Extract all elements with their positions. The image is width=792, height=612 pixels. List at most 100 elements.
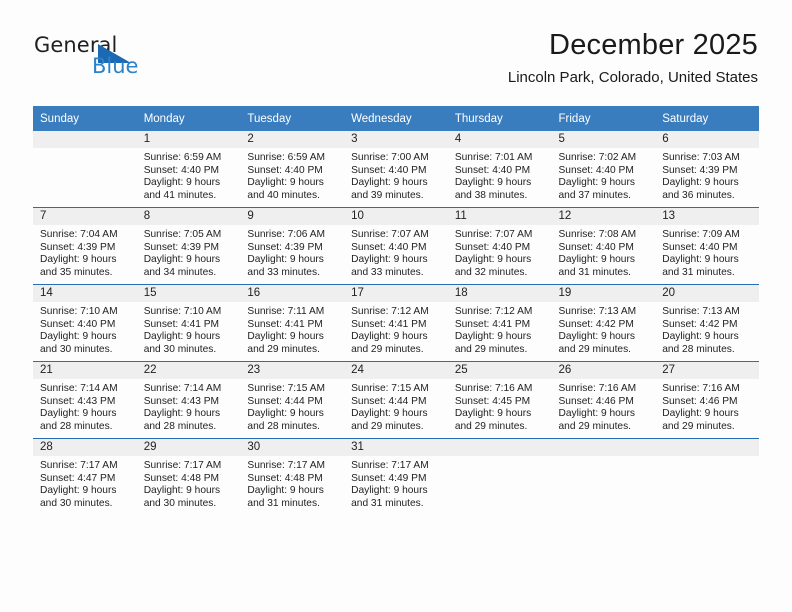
day-number: 26	[551, 362, 656, 379]
calendar-day-cell[interactable]: 11 Sunrise: 7:07 AM Sunset: 4:40 PM Dayligh…	[447, 207, 552, 285]
calendar-day-cell[interactable]: 3 Sunrise: 7:00 AM Sunset: 4:40 PM Daylight…	[344, 131, 448, 208]
location-subtitle: Lincoln Park, Colorado, United States	[507, 69, 758, 86]
calendar-day-cell[interactable]: 9 Sunrise: 7:06 AM Sunset: 4:39 PM Daylight…	[240, 207, 345, 285]
day-detail-daylight-1: Daylight: 9 hours	[247, 177, 324, 189]
day-detail-sunset: Sunset: 4:39 PM	[662, 164, 738, 176]
day-detail-daylight-2: and 28 minutes.	[143, 420, 217, 432]
day-number: 3	[344, 131, 448, 148]
calendar-week-row: 14 Sunrise: 7:10 AM Sunset: 4:40 PM Dayligh…	[33, 284, 759, 362]
day-detail-daylight-2: and 29 minutes.	[351, 420, 424, 432]
calendar-day-cell[interactable]: 24 Sunrise: 7:15 AM Sunset: 4:44 PM Dayligh…	[344, 361, 448, 439]
day-detail-sunrise: Sunrise: 7:07 AM	[454, 229, 533, 240]
day-detail-sunset: Sunset: 4:40 PM	[40, 318, 116, 330]
day-detail-sunrise: Sunrise: 7:15 AM	[247, 383, 325, 394]
day-detail-daylight-2: and 33 minutes.	[351, 266, 424, 278]
day-detail-daylight-1: Daylight: 9 hours	[247, 485, 324, 497]
calendar-day-cell[interactable]: 5 Sunrise: 7:02 AM Sunset: 4:40 PM Daylight…	[551, 131, 656, 208]
calendar-day-cell[interactable]: 20 Sunrise: 7:13 AM Sunset: 4:42 PM Dayligh…	[655, 284, 759, 362]
day-number: 20	[655, 285, 759, 302]
day-detail-sunset: Sunset: 4:49 PM	[351, 472, 427, 484]
day-cell-inner	[551, 439, 656, 515]
day-details: Sunrise: 7:16 AM Sunset: 4:46 PM Daylight:…	[655, 379, 759, 433]
calendar-page: General Blue December 2025 Lincoln Park,…	[0, 0, 792, 612]
day-detail-daylight-1: Daylight: 9 hours	[40, 331, 117, 343]
day-detail-sunset: Sunset: 4:46 PM	[558, 395, 634, 407]
day-detail-sunset: Sunset: 4:44 PM	[351, 395, 427, 407]
calendar-day-cell[interactable]: 27 Sunrise: 7:16 AM Sunset: 4:46 PM Dayligh…	[655, 361, 759, 439]
day-cell-inner: 27 Sunrise: 7:16 AM Sunset: 4:46 PM Dayligh…	[655, 362, 759, 438]
day-cell-inner: 28 Sunrise: 7:17 AM Sunset: 4:47 PM Dayligh…	[33, 439, 137, 515]
calendar-day-cell[interactable]: 21 Sunrise: 7:14 AM Sunset: 4:43 PM Dayligh…	[33, 361, 137, 439]
calendar-day-cell[interactable]: 10 Sunrise: 7:07 AM Sunset: 4:40 PM Dayligh…	[344, 207, 448, 285]
calendar-day-cell[interactable]: 15 Sunrise: 7:10 AM Sunset: 4:41 PM Dayligh…	[136, 284, 241, 362]
calendar-day-cell[interactable]: 18 Sunrise: 7:12 AM Sunset: 4:41 PM Dayligh…	[447, 284, 552, 362]
weekday-header-saturday: Saturday	[655, 106, 759, 131]
calendar-day-cell[interactable]: 31 Sunrise: 7:17 AM Sunset: 4:49 PM Dayligh…	[344, 438, 448, 515]
day-cell-inner: 22 Sunrise: 7:14 AM Sunset: 4:43 PM Dayligh…	[136, 362, 241, 438]
calendar-empty-cell	[551, 438, 656, 515]
day-detail-sunrise: Sunrise: 7:13 AM	[662, 306, 740, 317]
day-number: 15	[136, 285, 241, 302]
day-number: 13	[655, 208, 759, 225]
calendar-day-cell[interactable]: 19 Sunrise: 7:13 AM Sunset: 4:42 PM Dayligh…	[551, 284, 656, 362]
day-detail-daylight-2: and 39 minutes.	[351, 189, 424, 201]
day-cell-inner: 1 Sunrise: 6:59 AM Sunset: 4:40 PM Daylight…	[136, 131, 241, 207]
calendar-week-row: 21 Sunrise: 7:14 AM Sunset: 4:43 PM Dayligh…	[33, 361, 759, 439]
calendar-day-cell[interactable]: 7 Sunrise: 7:04 AM Sunset: 4:39 PM Daylight…	[33, 207, 137, 285]
day-detail-sunrise: Sunrise: 7:08 AM	[558, 229, 637, 240]
calendar-day-cell[interactable]: 13 Sunrise: 7:09 AM Sunset: 4:40 PM Dayligh…	[655, 207, 759, 285]
day-detail-daylight-2: and 29 minutes.	[247, 343, 320, 355]
day-number	[655, 439, 759, 456]
day-detail-sunset: Sunset: 4:45 PM	[454, 395, 531, 407]
calendar-day-cell[interactable]: 1 Sunrise: 6:59 AM Sunset: 4:40 PM Daylight…	[136, 131, 241, 208]
day-detail-sunrise: Sunrise: 7:17 AM	[247, 460, 325, 471]
day-detail-sunset: Sunset: 4:40 PM	[662, 241, 738, 253]
calendar-day-cell[interactable]: 25 Sunrise: 7:16 AM Sunset: 4:45 PM Dayligh…	[447, 361, 552, 439]
day-cell-inner: 31 Sunrise: 7:17 AM Sunset: 4:49 PM Dayligh…	[344, 439, 448, 515]
day-number: 25	[447, 362, 552, 379]
day-details: Sunrise: 6:59 AM Sunset: 4:40 PM Daylight:…	[240, 148, 344, 202]
calendar-day-cell[interactable]: 8 Sunrise: 7:05 AM Sunset: 4:39 PM Daylight…	[136, 207, 241, 285]
calendar-body: 1 Sunrise: 6:59 AM Sunset: 4:40 PM Daylight…	[33, 131, 759, 515]
calendar-day-cell[interactable]: 29 Sunrise: 7:17 AM Sunset: 4:48 PM Dayligh…	[136, 438, 241, 515]
day-detail-daylight-2: and 29 minutes.	[351, 343, 424, 355]
calendar-day-cell[interactable]: 17 Sunrise: 7:12 AM Sunset: 4:41 PM Dayligh…	[344, 284, 448, 362]
weekday-header-monday: Monday	[136, 106, 241, 131]
day-details: Sunrise: 7:15 AM Sunset: 4:44 PM Daylight:…	[344, 379, 448, 433]
calendar-day-cell[interactable]: 22 Sunrise: 7:14 AM Sunset: 4:43 PM Dayligh…	[136, 361, 241, 439]
day-details: Sunrise: 7:14 AM Sunset: 4:43 PM Daylight:…	[33, 379, 137, 433]
calendar-day-cell[interactable]: 28 Sunrise: 7:17 AM Sunset: 4:47 PM Dayligh…	[33, 438, 137, 515]
calendar-day-cell[interactable]: 23 Sunrise: 7:15 AM Sunset: 4:44 PM Dayligh…	[240, 361, 345, 439]
day-cell-inner: 2 Sunrise: 6:59 AM Sunset: 4:40 PM Daylight…	[240, 131, 345, 207]
day-number: 27	[655, 362, 759, 379]
day-detail-sunset: Sunset: 4:40 PM	[247, 164, 323, 176]
calendar-day-cell[interactable]: 14 Sunrise: 7:10 AM Sunset: 4:40 PM Dayligh…	[33, 284, 137, 362]
day-detail-daylight-1: Daylight: 9 hours	[454, 177, 532, 189]
general-blue-logo[interactable]: General Blue	[34, 35, 164, 85]
day-details: Sunrise: 7:10 AM Sunset: 4:41 PM Daylight:…	[137, 302, 241, 356]
day-detail-daylight-1: Daylight: 9 hours	[558, 254, 635, 266]
day-cell-inner: 4 Sunrise: 7:01 AM Sunset: 4:40 PM Daylight…	[447, 131, 552, 207]
day-detail-sunrise: Sunrise: 7:16 AM	[454, 383, 533, 394]
day-details	[552, 456, 656, 460]
day-detail-sunset: Sunset: 4:41 PM	[454, 318, 531, 330]
calendar-day-cell[interactable]: 4 Sunrise: 7:01 AM Sunset: 4:40 PM Daylight…	[447, 131, 552, 208]
day-detail-daylight-1: Daylight: 9 hours	[143, 408, 221, 420]
calendar-day-cell[interactable]: 6 Sunrise: 7:03 AM Sunset: 4:39 PM Daylight…	[655, 131, 759, 208]
day-detail-daylight-2: and 29 minutes.	[662, 420, 735, 432]
calendar-day-cell[interactable]: 2 Sunrise: 6:59 AM Sunset: 4:40 PM Daylight…	[240, 131, 345, 208]
day-detail-daylight-1: Daylight: 9 hours	[143, 254, 221, 266]
calendar-day-cell[interactable]: 26 Sunrise: 7:16 AM Sunset: 4:46 PM Dayligh…	[551, 361, 656, 439]
day-cell-inner: 11 Sunrise: 7:07 AM Sunset: 4:40 PM Dayligh…	[447, 208, 552, 284]
day-detail-sunrise: Sunrise: 7:02 AM	[558, 152, 637, 163]
day-details: Sunrise: 7:17 AM Sunset: 4:49 PM Daylight:…	[344, 456, 448, 510]
calendar-day-cell[interactable]: 30 Sunrise: 7:17 AM Sunset: 4:48 PM Dayligh…	[240, 438, 345, 515]
calendar-empty-cell	[447, 438, 552, 515]
calendar-day-cell[interactable]: 12 Sunrise: 7:08 AM Sunset: 4:40 PM Dayligh…	[551, 207, 656, 285]
day-detail-daylight-1: Daylight: 9 hours	[662, 408, 739, 420]
day-detail-sunset: Sunset: 4:40 PM	[351, 241, 427, 253]
day-detail-sunrise: Sunrise: 7:07 AM	[351, 229, 429, 240]
day-detail-daylight-2: and 30 minutes.	[143, 497, 217, 509]
day-detail-sunrise: Sunrise: 7:14 AM	[143, 383, 222, 394]
calendar-day-cell[interactable]: 16 Sunrise: 7:11 AM Sunset: 4:41 PM Dayligh…	[240, 284, 345, 362]
